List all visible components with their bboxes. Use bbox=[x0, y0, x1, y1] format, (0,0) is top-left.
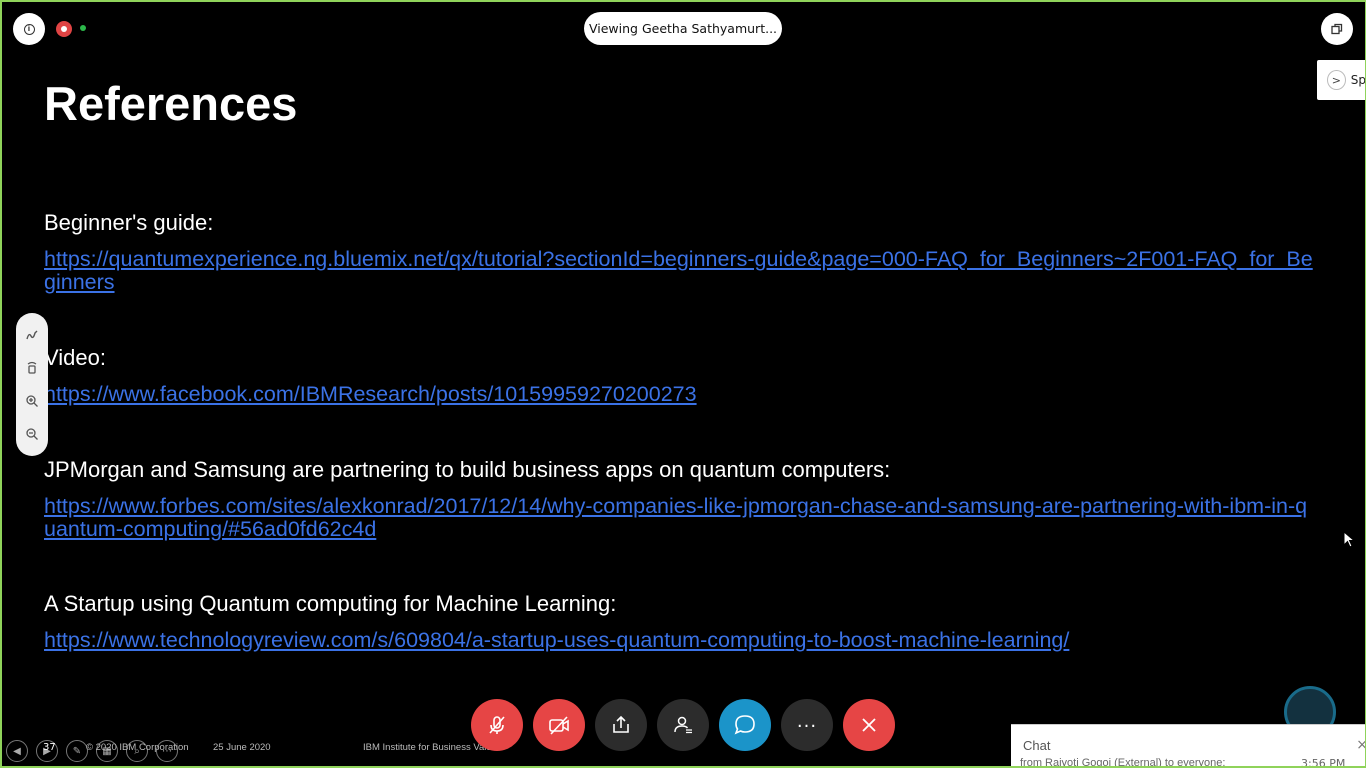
reference-link[interactable]: https://www.technologyreview.com/s/60980… bbox=[44, 629, 1314, 652]
meeting-info-button[interactable]: i bbox=[13, 13, 45, 45]
slide-footer-date: 25 June 2020 bbox=[213, 742, 271, 753]
zoom-in-icon[interactable] bbox=[23, 392, 41, 410]
reference-heading: Video: bbox=[44, 345, 106, 370]
reference-link[interactable]: https://www.facebook.com/IBMResearch/pos… bbox=[44, 383, 1314, 406]
chat-panel: Chat × from Rajyoti Gogoi (External) to … bbox=[1011, 724, 1366, 768]
reference-block: Beginner's guide: https://quantumexperie… bbox=[44, 210, 1314, 294]
more-button[interactable]: ... bbox=[781, 699, 833, 751]
pen-tool-icon[interactable]: ✎ bbox=[66, 740, 88, 762]
chat-panel-title: Chat bbox=[1023, 738, 1051, 753]
chat-last-message-time: 3:56 PM bbox=[1301, 757, 1346, 768]
chat-icon bbox=[734, 715, 755, 735]
side-panel-tab[interactable]: > Sp bbox=[1317, 60, 1366, 100]
reference-heading: A Startup using Quantum computing for Ma… bbox=[44, 591, 617, 616]
slide-footer-org: IBM Institute for Business Value bbox=[363, 742, 497, 753]
reference-block: JPMorgan and Samsung are partnering to b… bbox=[44, 457, 1314, 541]
chat-button[interactable] bbox=[719, 699, 771, 751]
mute-button[interactable] bbox=[471, 699, 523, 751]
slide-footer-copyright: © 2020 IBM Corporation bbox=[86, 742, 189, 753]
close-icon bbox=[862, 718, 876, 732]
restore-window-icon bbox=[1331, 23, 1343, 35]
participants-icon bbox=[674, 716, 692, 734]
side-panel-tab-label: Sp bbox=[1350, 73, 1366, 87]
mouse-cursor-icon bbox=[1343, 531, 1355, 548]
recording-indicator[interactable] bbox=[56, 21, 72, 37]
share-icon bbox=[613, 715, 629, 733]
chat-last-message: from Rajyoti Gogoi (External) to everyon… bbox=[1020, 757, 1226, 768]
chevron-right-icon: > bbox=[1327, 70, 1346, 90]
annotation-toolbar bbox=[16, 313, 48, 456]
reference-heading: Beginner's guide: bbox=[44, 210, 214, 235]
video-off-icon bbox=[549, 716, 569, 735]
viewing-presenter-label[interactable]: Viewing Geetha Sathyamurt... bbox=[584, 12, 782, 45]
participants-button[interactable] bbox=[657, 699, 709, 751]
muted-microphone-icon bbox=[489, 716, 505, 734]
window-mode-button[interactable] bbox=[1321, 13, 1353, 45]
info-icon: i bbox=[23, 23, 35, 35]
chat-close-icon[interactable]: × bbox=[1356, 737, 1366, 753]
reference-block: A Startup using Quantum computing for Ma… bbox=[44, 591, 1314, 652]
record-icon bbox=[61, 26, 67, 32]
zoom-out-icon[interactable] bbox=[23, 425, 41, 443]
more-icon: ... bbox=[796, 711, 818, 732]
slide-page-number: 37 bbox=[43, 742, 56, 753]
pen-icon[interactable] bbox=[23, 326, 41, 344]
leave-button[interactable] bbox=[843, 699, 895, 751]
eraser-icon[interactable] bbox=[23, 359, 41, 377]
reference-link[interactable]: https://www.forbes.com/sites/alexkonrad/… bbox=[44, 495, 1314, 541]
previous-slide-icon[interactable]: ◀ bbox=[6, 740, 28, 762]
connection-status-dot bbox=[80, 25, 86, 31]
video-button[interactable] bbox=[533, 699, 585, 751]
reference-heading: JPMorgan and Samsung are partnering to b… bbox=[44, 457, 891, 482]
share-button[interactable] bbox=[595, 699, 647, 751]
slide-title: References bbox=[44, 77, 298, 130]
reference-link[interactable]: https://quantumexperience.ng.bluemix.net… bbox=[44, 248, 1314, 294]
reference-block: Video: https://www.facebook.com/IBMResea… bbox=[44, 345, 1314, 406]
